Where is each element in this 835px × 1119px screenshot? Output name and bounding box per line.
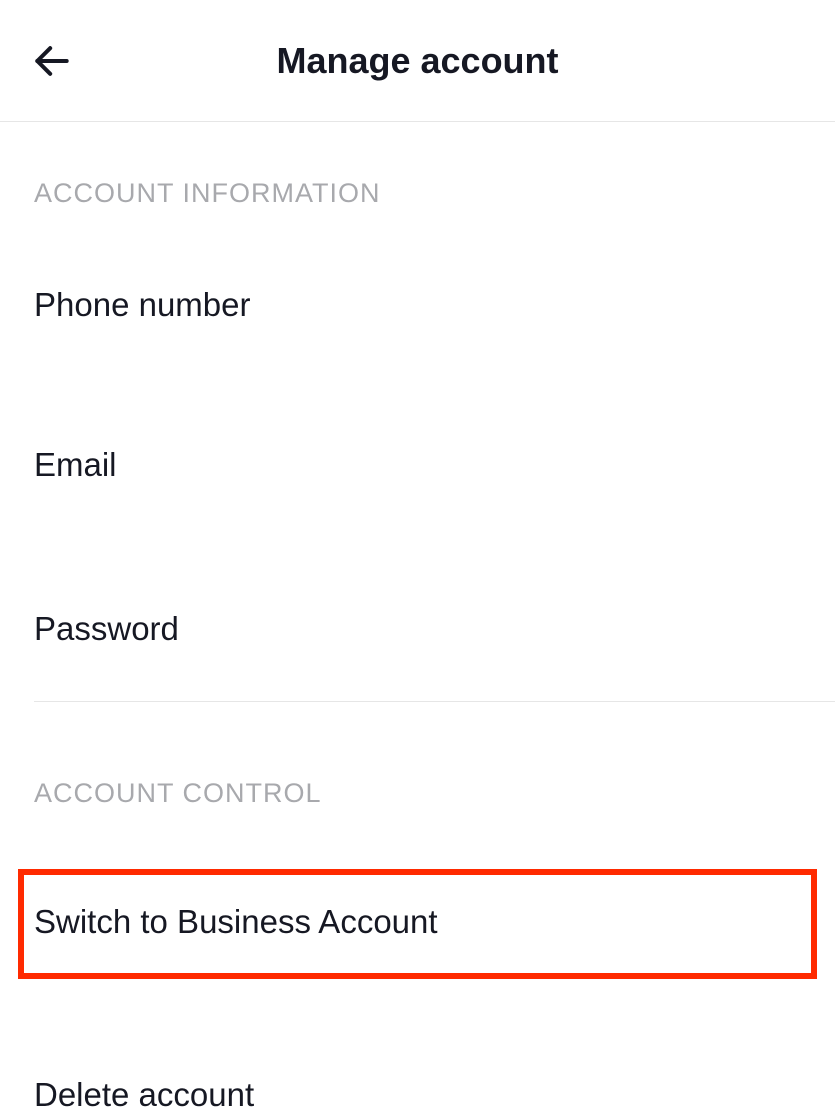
list-item-email[interactable]: Email <box>0 441 835 489</box>
list-item-password[interactable]: Password <box>0 605 835 653</box>
arrow-left-icon <box>30 39 74 83</box>
list-item-switch-business[interactable]: Switch to Business Account <box>34 903 801 941</box>
section-divider <box>34 701 835 702</box>
list-item-phone-number[interactable]: Phone number <box>0 281 835 329</box>
list-item-delete-account[interactable]: Delete account <box>0 1071 835 1119</box>
back-button[interactable] <box>28 37 76 85</box>
highlight-box: Switch to Business Account <box>18 869 817 979</box>
page-title: Manage account <box>76 40 759 82</box>
section-header-account-information: ACCOUNT INFORMATION <box>0 178 835 209</box>
page-header: Manage account <box>0 0 835 122</box>
section-header-account-control: ACCOUNT CONTROL <box>0 778 835 809</box>
